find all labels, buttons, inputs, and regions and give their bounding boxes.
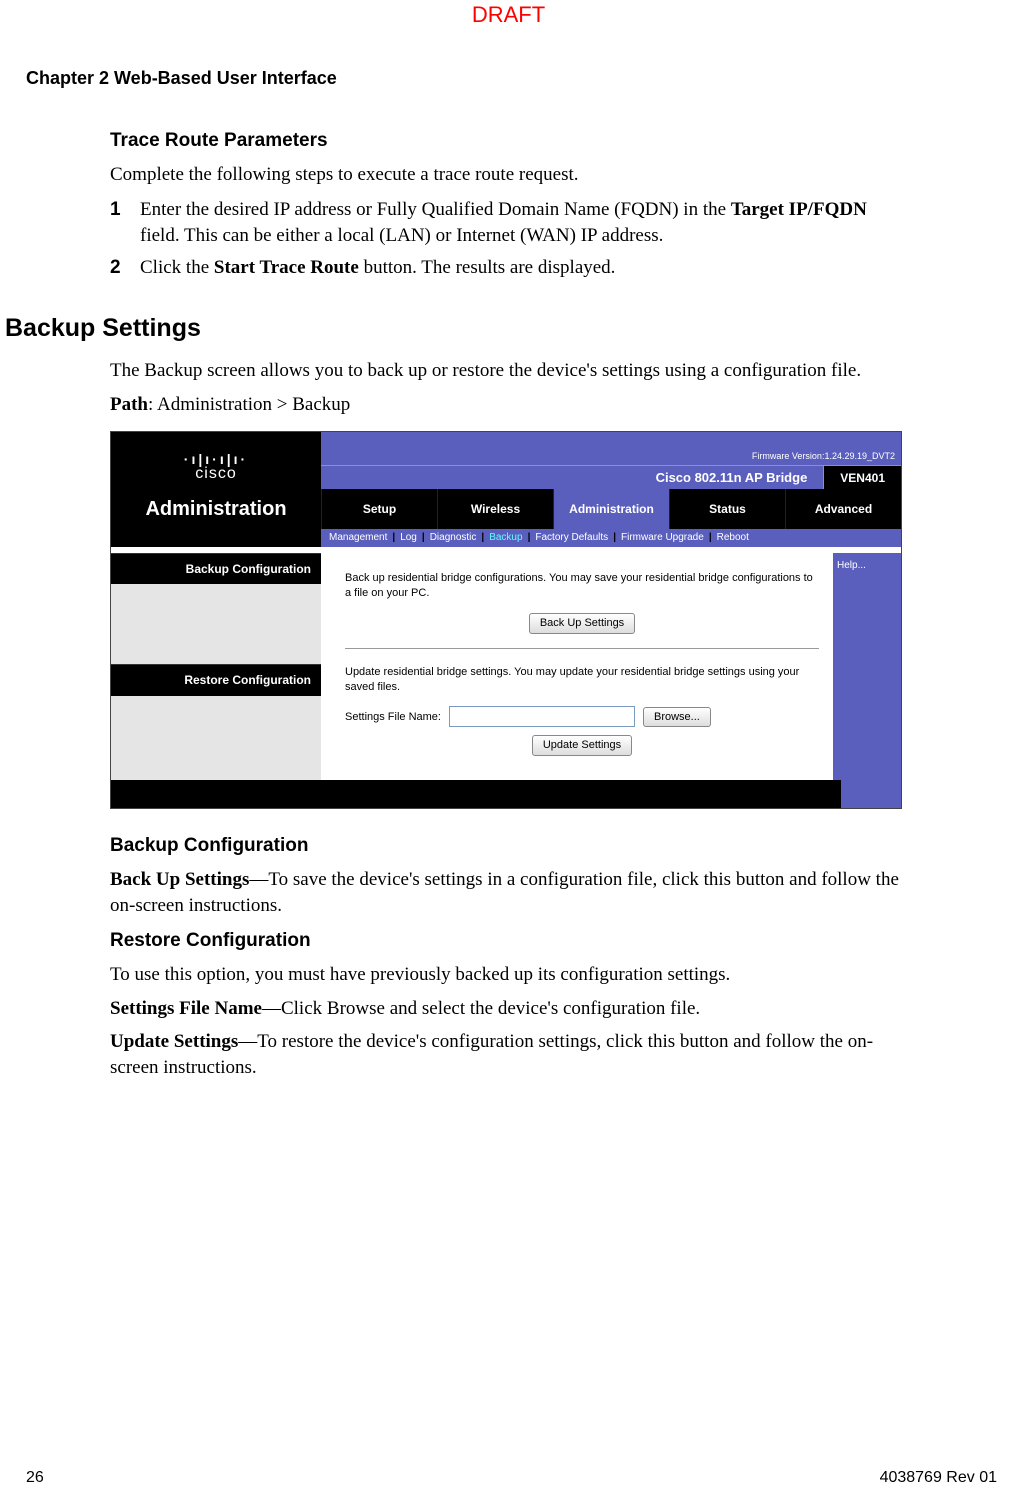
subnav-management[interactable]: Management [329,531,387,545]
trace-route-steps: 1 Enter the desired IP address or Fully … [110,197,899,280]
trace-route-heading: Trace Route Parameters [110,128,899,154]
subnav: Management| Log| Diagnostic| Backup| Fac… [321,529,901,547]
subnav-log[interactable]: Log [400,531,417,545]
tab-wireless[interactable]: Wireless [437,489,553,529]
settings-file-name-para: Settings File Name—Click Browse and sele… [110,996,899,1022]
backup-configuration-text: Back Up Settings—To save the device's se… [110,867,899,918]
step-text-a: Enter the desired IP address or Fully Qu… [140,199,731,220]
firmware-version: Firmware Version:1.24.29.19_DVT2 [321,432,901,466]
update-settings-button[interactable]: Update Settings [532,735,632,756]
restore-configuration-heading: Restore Configuration [110,928,899,954]
restore-desc: Update residential bridge settings. You … [345,665,819,695]
step-bold: Start Trace Route [214,257,359,278]
help-link[interactable]: Help... [837,560,866,571]
backup-settings-bold: Back Up Settings [110,869,249,890]
settings-file-name-text: —Click Browse and select the device's co… [262,998,700,1019]
step-text: Enter the desired IP address or Fully Qu… [140,197,899,248]
backup-settings-heading: Backup Settings [5,312,899,346]
settings-file-input[interactable] [449,706,635,727]
step-text-a: Click the [140,257,214,278]
settings-file-label: Settings File Name: [345,710,441,725]
step-2: 2 Click the Start Trace Route button. Th… [110,255,899,281]
step-number: 2 [110,255,140,281]
path-value: : Administration > Backup [148,394,350,415]
draft-watermark: DRAFT [0,2,1017,28]
cisco-bars-icon: ·ı|ı·ı|ı· [184,452,248,467]
subnav-factory-defaults[interactable]: Factory Defaults [535,531,608,545]
step-number: 1 [110,197,140,248]
subnav-backup[interactable]: Backup [489,531,522,545]
settings-file-name-bold: Settings File Name [110,998,262,1019]
browse-button[interactable]: Browse... [643,707,711,728]
subnav-firmware-upgrade[interactable]: Firmware Upgrade [621,531,704,545]
update-settings-bold: Update Settings [110,1031,238,1052]
doc-id: 4038769 Rev 01 [880,1469,997,1487]
product-title: Cisco 802.11n AP Bridge [640,466,825,489]
cisco-wordmark: cisco [184,466,248,483]
tab-advanced[interactable]: Advanced [785,489,901,529]
step-text-b: button. The results are displayed. [359,257,616,278]
model-label: VEN401 [824,466,901,489]
backup-desc: Back up residential bridge configuration… [345,571,819,601]
backup-configuration-heading: Backup Configuration [110,833,899,859]
step-text-b: field. This can be either a local (LAN) … [140,225,663,246]
backup-intro: The Backup screen allows you to back up … [110,358,899,384]
step-1: 1 Enter the desired IP address or Fully … [110,197,899,248]
trace-route-intro: Complete the following steps to execute … [110,162,899,188]
tab-status[interactable]: Status [669,489,785,529]
section-name: Administration [111,489,321,529]
backup-config-label: Backup Configuration [111,553,321,584]
restore-intro: To use this option, you must have previo… [110,962,899,988]
page-number: 26 [26,1469,44,1487]
subnav-diagnostic[interactable]: Diagnostic [430,531,477,545]
path-label: Path [110,394,148,415]
path-line: Path: Administration > Backup [110,392,899,418]
chapter-header: Chapter 2 Web-Based User Interface [26,68,337,89]
tab-administration[interactable]: Administration [553,489,669,529]
backup-settings-button[interactable]: Back Up Settings [529,613,635,634]
cisco-logo: ·ı|ı·ı|ı· cisco [111,432,321,489]
restore-config-label: Restore Configuration [111,664,321,695]
step-bold: Target IP/FQDN [731,199,867,220]
admin-backup-screenshot: ·ı|ı·ı|ı· cisco Firmware Version:1.24.29… [110,431,902,809]
main-tabs: Setup Wireless Administration Status Adv… [321,489,901,529]
update-settings-para: Update Settings—To restore the device's … [110,1029,899,1080]
tab-setup[interactable]: Setup [321,489,437,529]
step-text: Click the Start Trace Route button. The … [140,255,615,281]
subnav-reboot[interactable]: Reboot [717,531,749,545]
